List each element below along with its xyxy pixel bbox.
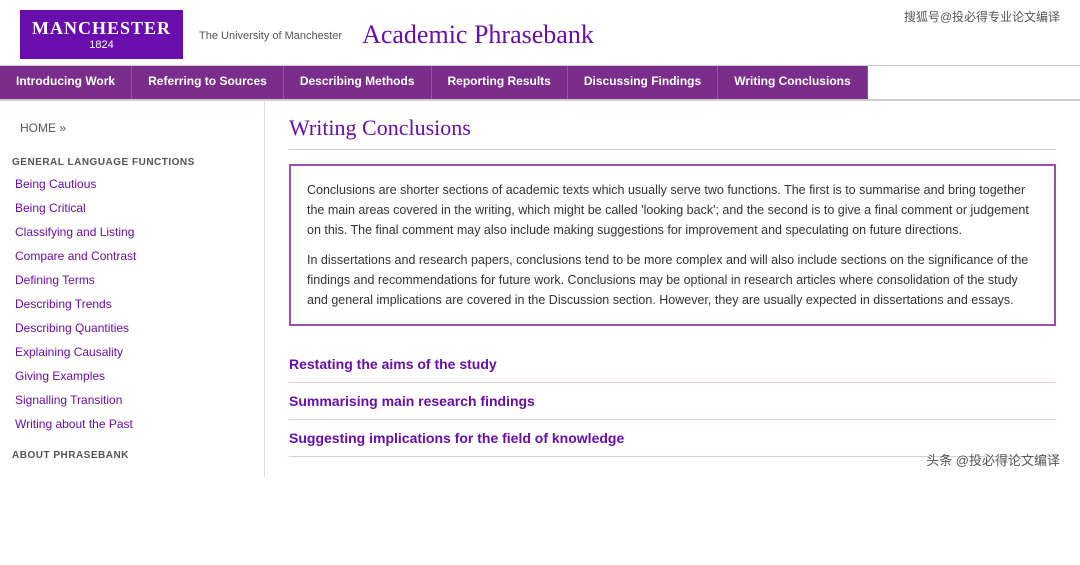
watermark-bottom: 头条 @投必得论文编译 — [926, 450, 1060, 469]
sidebar-about-label[interactable]: ABOUT PHRASEBANK — [0, 436, 264, 465]
sidebar-item-writing-past[interactable]: Writing about the Past — [0, 412, 264, 436]
section-link-summarising[interactable]: Summarising main research findings — [289, 383, 1056, 420]
sidebar-item-giving-examples[interactable]: Giving Examples — [0, 364, 264, 388]
sidebar: HOME » GENERAL LANGUAGE FUNCTIONS Being … — [0, 101, 265, 477]
content: HOME » GENERAL LANGUAGE FUNCTIONS Being … — [0, 101, 1080, 477]
watermark-top: 搜狐号@投必得专业论文编译 — [904, 8, 1060, 25]
nav-referring-sources[interactable]: Referring to Sources — [132, 66, 284, 99]
sidebar-item-being-critical[interactable]: Being Critical — [0, 196, 264, 220]
sidebar-item-being-cautious[interactable]: Being Cautious — [0, 172, 264, 196]
university-name: The University of Manchester — [199, 30, 342, 42]
nav-reporting-results[interactable]: Reporting Results — [432, 66, 568, 99]
info-box: Conclusions are shorter sections of acad… — [289, 164, 1056, 326]
sidebar-item-explaining-causality[interactable]: Explaining Causality — [0, 340, 264, 364]
navbar: Introducing Work Referring to Sources De… — [0, 66, 1080, 101]
info-para-2: In dissertations and research papers, co… — [307, 250, 1038, 310]
site-title[interactable]: Academic Phrasebank — [362, 20, 594, 50]
logo-area: The University of Manchester — [199, 28, 342, 42]
sidebar-item-describing-quantities[interactable]: Describing Quantities — [0, 316, 264, 340]
breadcrumb-home[interactable]: HOME — [20, 121, 56, 135]
info-para-1: Conclusions are shorter sections of acad… — [307, 180, 1038, 240]
logo-year: 1824 — [32, 39, 171, 51]
breadcrumb-separator: » — [59, 121, 66, 135]
page-title: Writing Conclusions — [289, 115, 1056, 150]
nav-discussing-findings[interactable]: Discussing Findings — [568, 66, 718, 99]
sidebar-section-label: GENERAL LANGUAGE FUNCTIONS — [0, 151, 264, 172]
nav-describing-methods[interactable]: Describing Methods — [284, 66, 432, 99]
breadcrumb: HOME » — [0, 113, 264, 139]
sidebar-item-classifying-listing[interactable]: Classifying and Listing — [0, 220, 264, 244]
sidebar-item-signalling-transition[interactable]: Signalling Transition — [0, 388, 264, 412]
sidebar-item-describing-trends[interactable]: Describing Trends — [0, 292, 264, 316]
logo-name: MANCHESTER — [32, 18, 171, 39]
sidebar-item-compare-contrast[interactable]: Compare and Contrast — [0, 244, 264, 268]
nav-writing-conclusions[interactable]: Writing Conclusions — [718, 66, 867, 99]
section-link-restating[interactable]: Restating the aims of the study — [289, 346, 1056, 383]
nav-introducing-work[interactable]: Introducing Work — [0, 66, 132, 99]
logo[interactable]: MANCHESTER 1824 — [20, 10, 183, 59]
sidebar-item-defining-terms[interactable]: Defining Terms — [0, 268, 264, 292]
main-content: Writing Conclusions Conclusions are shor… — [265, 101, 1080, 477]
